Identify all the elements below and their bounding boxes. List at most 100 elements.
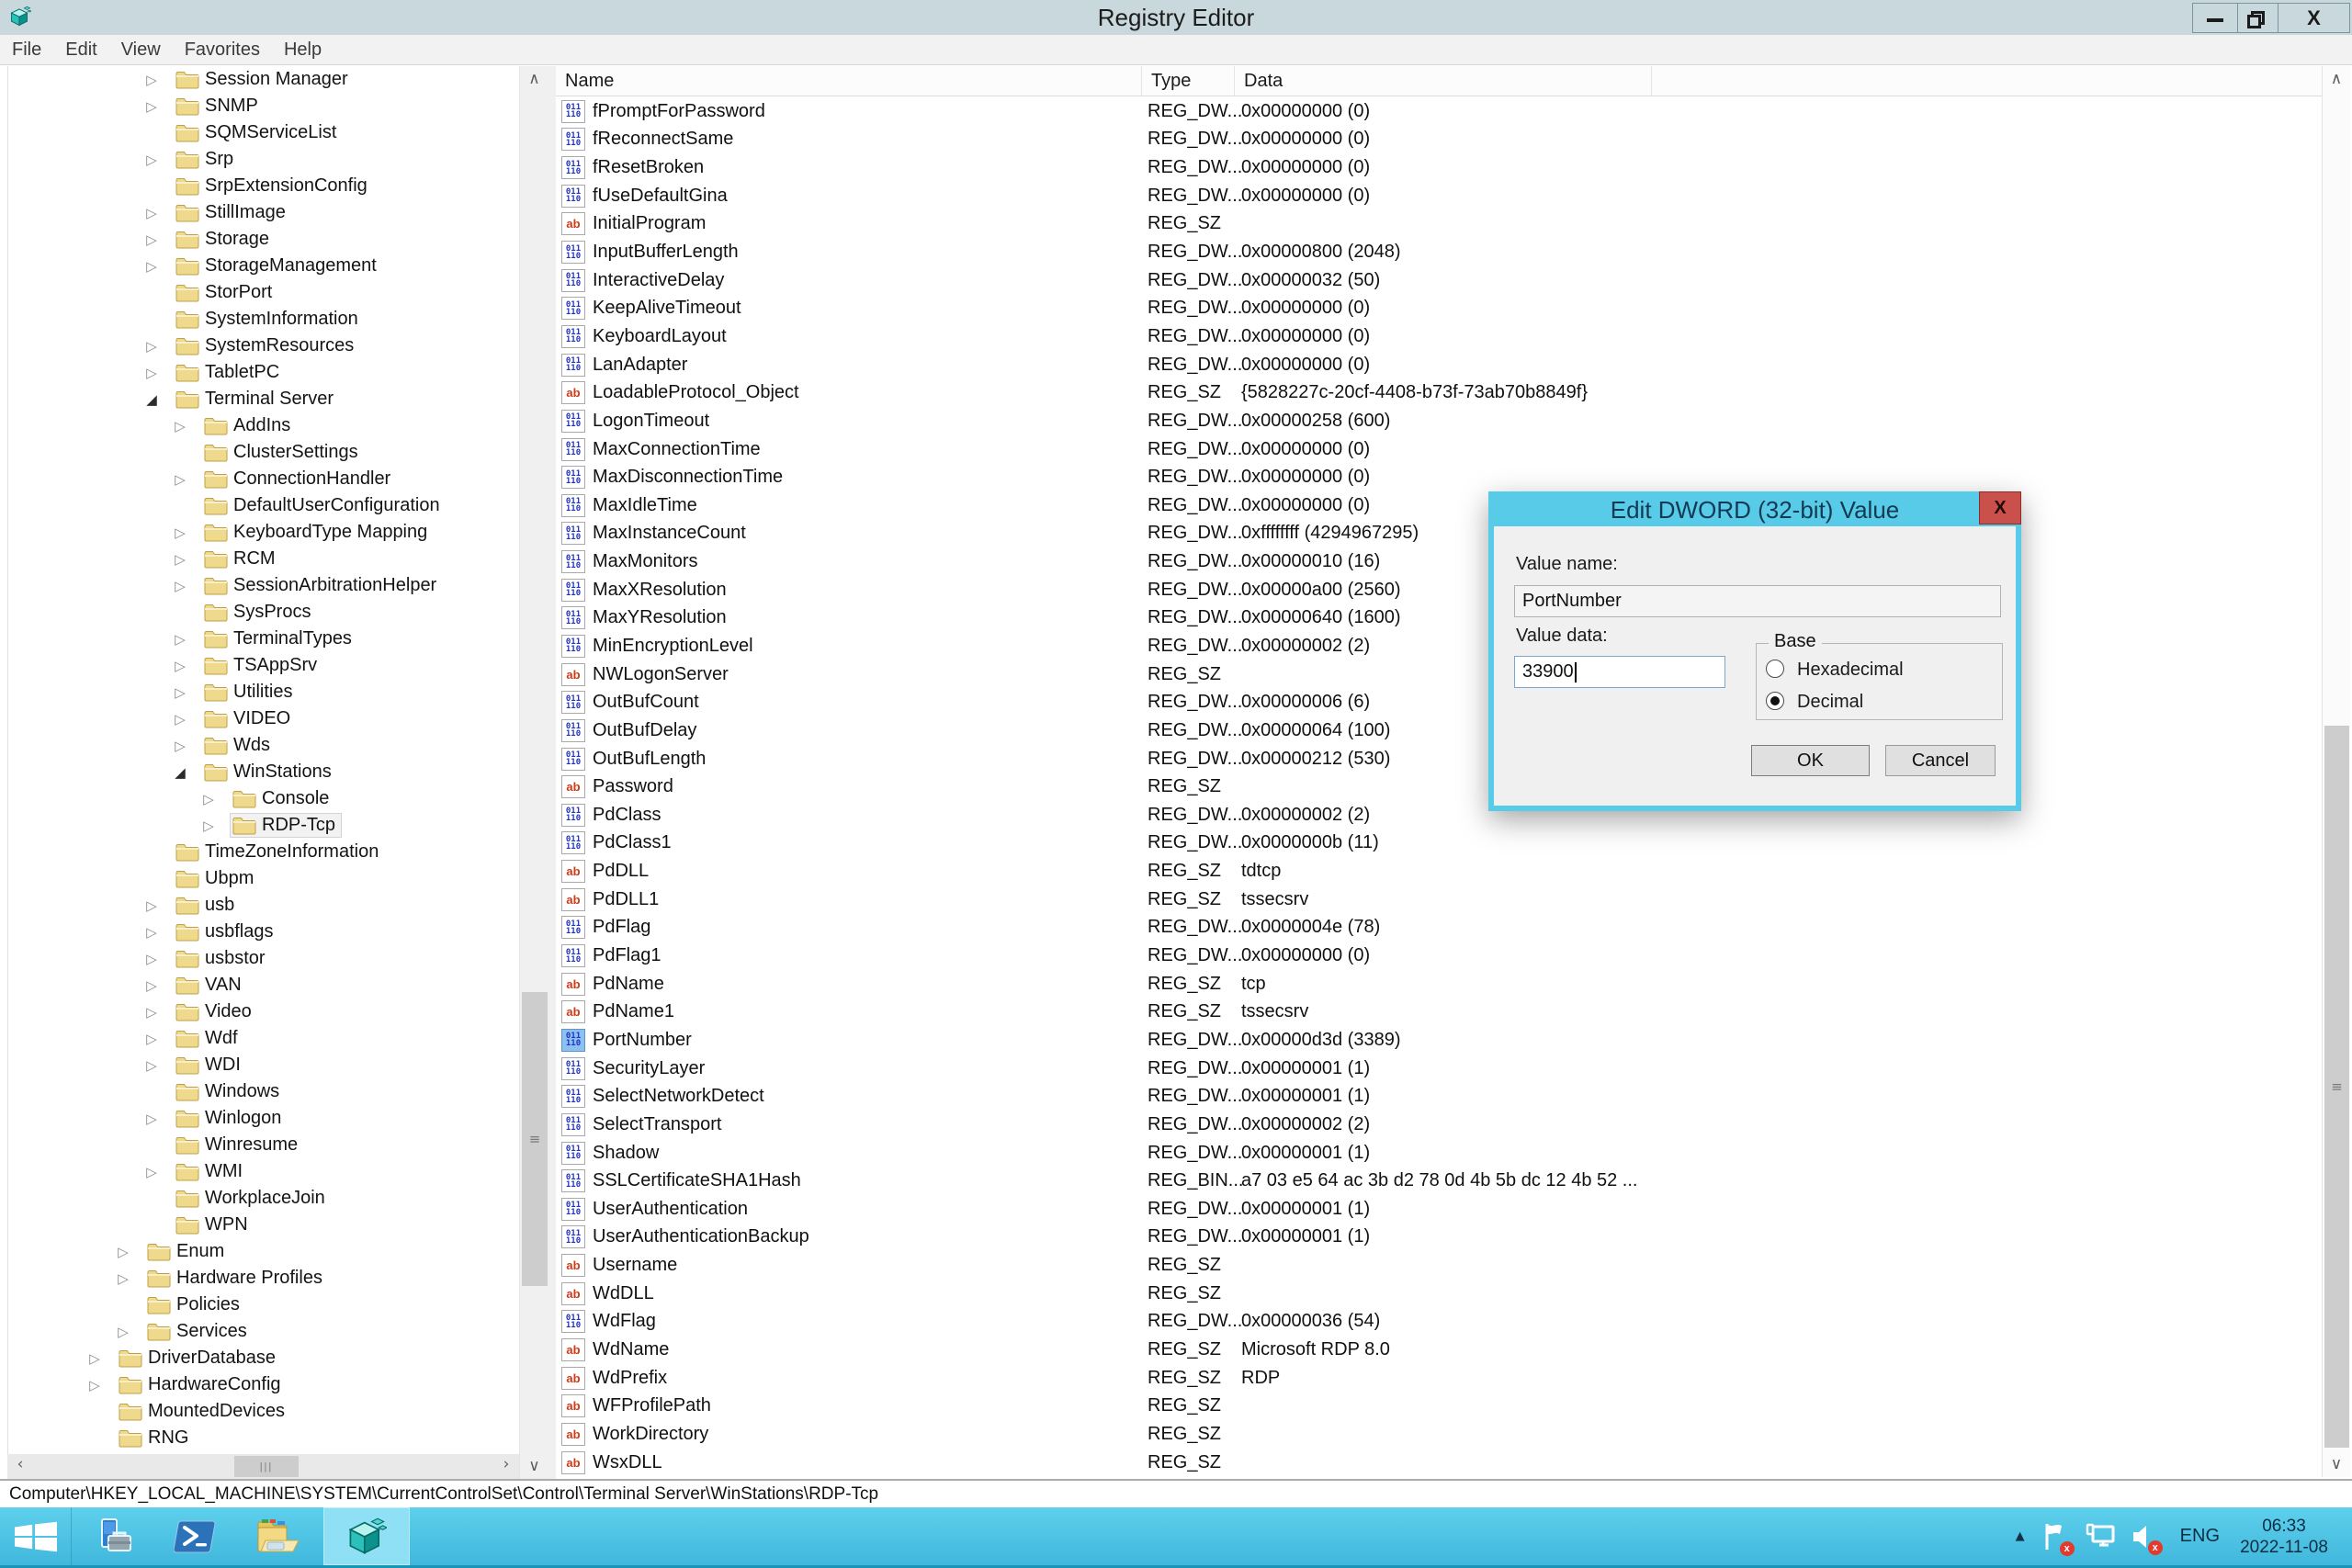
tree-item-sessionarbitrationhelper[interactable]: ▷ SessionArbitrationHelper bbox=[8, 572, 519, 599]
scroll-down-icon[interactable]: ∨ bbox=[2323, 1455, 2350, 1473]
hexadecimal-radio-label[interactable]: Hexadecimal bbox=[1797, 660, 1904, 681]
registry-value-row-pdclass[interactable]: 011110 PdClass REG_DW... 0x00000002 (2) bbox=[556, 801, 2322, 829]
tree-item-services[interactable]: ▷ Services bbox=[8, 1318, 519, 1345]
registry-value-row-wfprofilepath[interactable]: ab WFProfilePath REG_SZ bbox=[556, 1392, 2322, 1420]
clock[interactable]: 06:33 2022-11-08 bbox=[2234, 1516, 2334, 1558]
tree-item-utilities[interactable]: ▷ Utilities bbox=[8, 679, 519, 705]
tree-item-storport[interactable]: StorPort bbox=[8, 279, 519, 306]
tree-item-rcm[interactable]: ▷ RCM bbox=[8, 546, 519, 572]
tree-item-timezoneinformation[interactable]: TimeZoneInformation bbox=[8, 839, 519, 865]
registry-value-row-wdflag[interactable]: 011110 WdFlag REG_DW... 0x00000036 (54) bbox=[556, 1308, 2322, 1337]
tree-item-srpextensionconfig[interactable]: SrpExtensionConfig bbox=[8, 173, 519, 199]
registry-value-row-pdflag1[interactable]: 011110 PdFlag1 REG_DW... 0x00000000 (0) bbox=[556, 942, 2322, 970]
decimal-radio-label[interactable]: Decimal bbox=[1797, 692, 1863, 713]
tree-item-ubpm[interactable]: Ubpm bbox=[8, 865, 519, 892]
tree-vertical-scrollbar[interactable]: ∧ ≡ ∨ bbox=[519, 66, 548, 1479]
tree-hscrollbar-thumb[interactable]: ||| bbox=[234, 1456, 299, 1477]
input-language-indicator[interactable]: ENG bbox=[2180, 1526, 2220, 1547]
registry-value-row-keepalivetimeout[interactable]: 011110 KeepAliveTimeout REG_DW... 0x0000… bbox=[556, 294, 2322, 322]
expander-icon[interactable]: ▷ bbox=[142, 977, 161, 994]
tree-item-rng[interactable]: RNG bbox=[8, 1425, 519, 1451]
tree-item-tsappsrv[interactable]: ▷ TSAppSrv bbox=[8, 652, 519, 679]
tree-item-hardware-profiles[interactable]: ▷ Hardware Profiles bbox=[8, 1265, 519, 1292]
expander-icon[interactable]: ▷ bbox=[171, 551, 189, 568]
expander-icon[interactable]: ▷ bbox=[85, 1377, 104, 1393]
registry-value-row-maxyresolution[interactable]: 011110 MaxYResolution REG_DW... 0x000006… bbox=[556, 604, 2322, 633]
registry-value-row-nwlogonserver[interactable]: ab NWLogonServer REG_SZ bbox=[556, 660, 2322, 689]
expander-icon[interactable]: ◢ bbox=[171, 764, 189, 781]
regedit-taskbar-button-active[interactable] bbox=[323, 1507, 410, 1565]
tree-item-windows[interactable]: Windows bbox=[8, 1078, 519, 1105]
tree-item-video[interactable]: ▷ Video bbox=[8, 998, 519, 1025]
tree-item-storagemanagement[interactable]: ▷ StorageManagement bbox=[8, 253, 519, 279]
tree-horizontal-scrollbar[interactable]: ‹ ||| › bbox=[7, 1454, 519, 1479]
minimize-button[interactable] bbox=[2192, 3, 2238, 33]
expander-icon[interactable]: ▷ bbox=[171, 578, 189, 594]
tree-item-driverdatabase[interactable]: ▷ DriverDatabase bbox=[8, 1345, 519, 1371]
registry-value-row-outbufdelay[interactable]: 011110 OutBufDelay REG_DW... 0x00000064 … bbox=[556, 716, 2322, 745]
tree-item-systeminformation[interactable]: SystemInformation bbox=[8, 306, 519, 333]
registry-value-row-userauthentication[interactable]: 011110 UserAuthentication REG_DW... 0x00… bbox=[556, 1195, 2322, 1224]
scroll-down-icon[interactable]: ∨ bbox=[520, 1457, 548, 1475]
tree-item-winstations[interactable]: ◢ WinStations bbox=[8, 759, 519, 785]
expander-icon[interactable]: ▷ bbox=[85, 1350, 104, 1367]
pane-splitter[interactable] bbox=[548, 66, 556, 1479]
registry-value-row-password[interactable]: ab Password REG_SZ bbox=[556, 773, 2322, 801]
tree-item-winlogon[interactable]: ▷ Winlogon bbox=[8, 1105, 519, 1132]
tree-item-stillimage[interactable]: ▷ StillImage bbox=[8, 199, 519, 226]
powershell-taskbar-button[interactable] bbox=[154, 1507, 235, 1565]
expander-icon[interactable]: ▷ bbox=[114, 1324, 132, 1340]
tree-item-srp[interactable]: ▷ Srp bbox=[8, 146, 519, 173]
registry-value-row-logontimeout[interactable]: 011110 LogonTimeout REG_DW... 0x00000258… bbox=[556, 407, 2322, 435]
tree-item-sysprocs[interactable]: SysProcs bbox=[8, 599, 519, 626]
expander-icon[interactable]: ▷ bbox=[142, 1004, 161, 1021]
tree-item-policies[interactable]: Policies bbox=[8, 1292, 519, 1318]
tree-item-wpn[interactable]: WPN bbox=[8, 1212, 519, 1238]
tree-item-usb[interactable]: ▷ usb bbox=[8, 892, 519, 919]
registry-value-row-fusedefaultgina[interactable]: 011110 fUseDefaultGina REG_DW... 0x00000… bbox=[556, 182, 2322, 210]
tree-item-defaultuserconfiguration[interactable]: DefaultUserConfiguration bbox=[8, 492, 519, 519]
tray-expand-icon[interactable]: ▲ bbox=[2016, 1529, 2025, 1543]
tree-item-van[interactable]: ▷ VAN bbox=[8, 972, 519, 998]
expander-icon[interactable]: ▷ bbox=[199, 818, 218, 834]
expander-icon[interactable]: ▷ bbox=[142, 951, 161, 967]
registry-value-row-outbufcount[interactable]: 011110 OutBufCount REG_DW... 0x00000006 … bbox=[556, 688, 2322, 716]
expander-icon[interactable]: ▷ bbox=[171, 711, 189, 728]
tree-item-terminal-server[interactable]: ◢ Terminal Server bbox=[8, 386, 519, 412]
menu-help[interactable]: Help bbox=[272, 35, 334, 64]
registry-value-row-workdirectory[interactable]: ab WorkDirectory REG_SZ bbox=[556, 1420, 2322, 1449]
expander-icon[interactable]: ◢ bbox=[142, 391, 161, 408]
registry-value-row-maxxresolution[interactable]: 011110 MaxXResolution REG_DW... 0x00000a… bbox=[556, 576, 2322, 604]
registry-value-row-inputbufferlength[interactable]: 011110 InputBufferLength REG_DW... 0x000… bbox=[556, 238, 2322, 266]
registry-value-row-selectnetworkdetect[interactable]: 011110 SelectNetworkDetect REG_DW... 0x0… bbox=[556, 1082, 2322, 1111]
tree-item-systemresources[interactable]: ▷ SystemResources bbox=[8, 333, 519, 359]
registry-value-row-securitylayer[interactable]: 011110 SecurityLayer REG_DW... 0x0000000… bbox=[556, 1055, 2322, 1083]
close-button[interactable]: X bbox=[2278, 3, 2350, 33]
registry-value-row-wsxdll[interactable]: ab WsxDLL REG_SZ bbox=[556, 1449, 2322, 1477]
registry-value-row-loadableprotocol_object[interactable]: ab LoadableProtocol_Object REG_SZ {58282… bbox=[556, 378, 2322, 407]
registry-value-row-pddll[interactable]: ab PdDLL REG_SZ tdtcp bbox=[556, 857, 2322, 886]
expander-icon[interactable]: ▷ bbox=[142, 1031, 161, 1047]
expander-icon[interactable]: ▷ bbox=[171, 525, 189, 541]
tree-item-keyboardtype-mapping[interactable]: ▷ KeyboardType Mapping bbox=[8, 519, 519, 546]
decimal-radio[interactable] bbox=[1766, 692, 1784, 710]
expander-icon[interactable]: ▷ bbox=[142, 1111, 161, 1127]
tree-scrollbar-thumb[interactable]: ≡ bbox=[522, 992, 548, 1286]
registry-value-row-username[interactable]: ab Username REG_SZ bbox=[556, 1251, 2322, 1280]
expander-icon[interactable]: ▷ bbox=[171, 418, 189, 434]
registry-value-row-portnumber[interactable]: 011110 PortNumber REG_DW... 0x00000d3d (… bbox=[556, 1026, 2322, 1055]
expander-icon[interactable]: ▷ bbox=[114, 1244, 132, 1260]
ok-button[interactable]: OK bbox=[1751, 745, 1870, 776]
tree-item-rdp-tcp[interactable]: ▷ RDP-Tcp bbox=[8, 812, 519, 839]
scroll-right-icon[interactable]: › bbox=[497, 1455, 515, 1473]
tree-item-wdf[interactable]: ▷ Wdf bbox=[8, 1025, 519, 1052]
expander-icon[interactable]: ▷ bbox=[142, 1164, 161, 1180]
registry-value-row-pdclass1[interactable]: 011110 PdClass1 REG_DW... 0x0000000b (11… bbox=[556, 829, 2322, 858]
action-center-flag-icon[interactable]: x bbox=[2041, 1522, 2069, 1551]
tree-item-storage[interactable]: ▷ Storage bbox=[8, 226, 519, 253]
registry-value-row-maxinstancecount[interactable]: 011110 MaxInstanceCount REG_DW... 0xffff… bbox=[556, 520, 2322, 548]
registry-value-row-minencryptionlevel[interactable]: 011110 MinEncryptionLevel REG_DW... 0x00… bbox=[556, 632, 2322, 660]
column-header-name[interactable]: Name bbox=[556, 66, 1142, 96]
list-vertical-scrollbar[interactable]: ∧ ≡ ∨ bbox=[2322, 66, 2350, 1477]
restore-button[interactable] bbox=[2238, 3, 2278, 33]
